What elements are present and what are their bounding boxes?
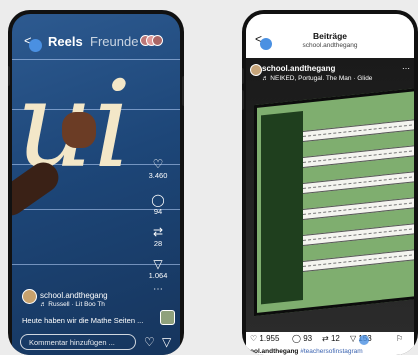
- repost-count: 28: [153, 239, 163, 248]
- post-caption: ool.andthegang #teachersofinstagram: [250, 348, 363, 355]
- comment-icon: ◯: [292, 334, 301, 343]
- writing-line: [303, 171, 414, 194]
- comment-button[interactable]: ◯ 94: [144, 193, 172, 217]
- page-title: Beiträge: [312, 31, 347, 41]
- post-video[interactable]: school.andthegang ♬ NEIKED, Portugal. Th…: [246, 58, 414, 332]
- friends-tab[interactable]: Freunde: [90, 34, 138, 49]
- reels-title[interactable]: Reels: [48, 34, 83, 49]
- reel-caption[interactable]: Heute haben wir die Mathe Seiten ...: [22, 316, 143, 325]
- like-count: 1.955: [259, 334, 280, 343]
- repost-button[interactable]: ⇄ 28: [144, 225, 172, 249]
- smartboard: [254, 86, 414, 317]
- like-button[interactable]: ♡ 1.955: [250, 334, 279, 343]
- share-count: 1.064: [148, 271, 168, 280]
- writing-line: [303, 249, 414, 272]
- post-song[interactable]: ♬ NEIKED, Portugal. The Man · Glide: [262, 75, 372, 82]
- user-avatar[interactable]: [22, 289, 37, 304]
- phone-reels: ui < Reels Freunde ♡ 3.460 ◯ 94 ⇄ 28 ▽ 1…: [8, 10, 184, 355]
- caption-hashtags[interactable]: #teachersofinstagram: [300, 348, 363, 355]
- post-actions: ♡ 1.955 ◯ 93 ⇄ 12 ▽ 153 ⚐: [246, 332, 414, 348]
- heart-icon: ♡: [152, 157, 164, 171]
- audio-thumbnail[interactable]: [160, 310, 175, 325]
- posts-header: < Beiträge school.andthegang: [246, 14, 414, 58]
- writing-line: [303, 197, 414, 220]
- comment-count: 93: [303, 334, 313, 343]
- friend-avatar: [152, 35, 163, 46]
- repost-icon: ⇄: [322, 334, 329, 343]
- repost-icon: ⇄: [152, 225, 164, 239]
- repost-count: 12: [330, 334, 340, 343]
- more-icon[interactable]: ⋯: [144, 284, 172, 295]
- like-button[interactable]: ♡ 3.460: [144, 157, 172, 181]
- heart-icon: ♡: [250, 334, 258, 343]
- touch-indicator: [359, 335, 369, 345]
- share-button[interactable]: ▽ 1.064: [144, 257, 172, 281]
- reel-video[interactable]: ui < Reels Freunde ♡ 3.460 ◯ 94 ⇄ 28 ▽ 1…: [12, 14, 180, 355]
- comment-input[interactable]: Kommentar hinzufügen ...: [20, 334, 136, 350]
- send-icon: ▽: [153, 257, 163, 271]
- board-margin: [261, 110, 303, 305]
- caption-username[interactable]: ool.andthegang: [250, 348, 298, 355]
- post-username[interactable]: school.andthegang: [262, 64, 335, 73]
- side-button: [8, 66, 10, 86]
- send-icon[interactable]: ▽: [162, 335, 171, 349]
- touch-indicator: [29, 39, 42, 52]
- username[interactable]: school.andthegang: [40, 291, 108, 300]
- writing-line: [303, 223, 414, 246]
- comment-button[interactable]: ◯ 93: [292, 334, 312, 343]
- side-button: [182, 76, 184, 106]
- side-button: [242, 90, 244, 110]
- like-count: 3.460: [148, 171, 168, 180]
- heart-icon[interactable]: ♡: [144, 335, 155, 349]
- student-hand: [62, 112, 96, 148]
- comment-icon: ◯: [151, 193, 165, 207]
- writing-line: [303, 145, 414, 168]
- bookmark-icon[interactable]: ⚐: [396, 334, 403, 343]
- page-subtitle: school.andthegang: [302, 42, 358, 49]
- writing-line: [303, 119, 414, 142]
- send-icon: ▽: [350, 334, 357, 343]
- audio-label[interactable]: ♬ Russell · Lit Boo Th: [40, 301, 105, 308]
- repost-button[interactable]: ⇄ 12: [322, 334, 340, 343]
- more-icon[interactable]: ⋯: [402, 64, 410, 73]
- user-avatar[interactable]: [250, 64, 262, 76]
- comment-count: 94: [153, 207, 163, 216]
- posts-screen: < Beiträge school.andthegang school.andt…: [246, 14, 414, 355]
- phone-posts: < Beiträge school.andthegang school.andt…: [242, 10, 418, 355]
- side-button: [242, 68, 244, 84]
